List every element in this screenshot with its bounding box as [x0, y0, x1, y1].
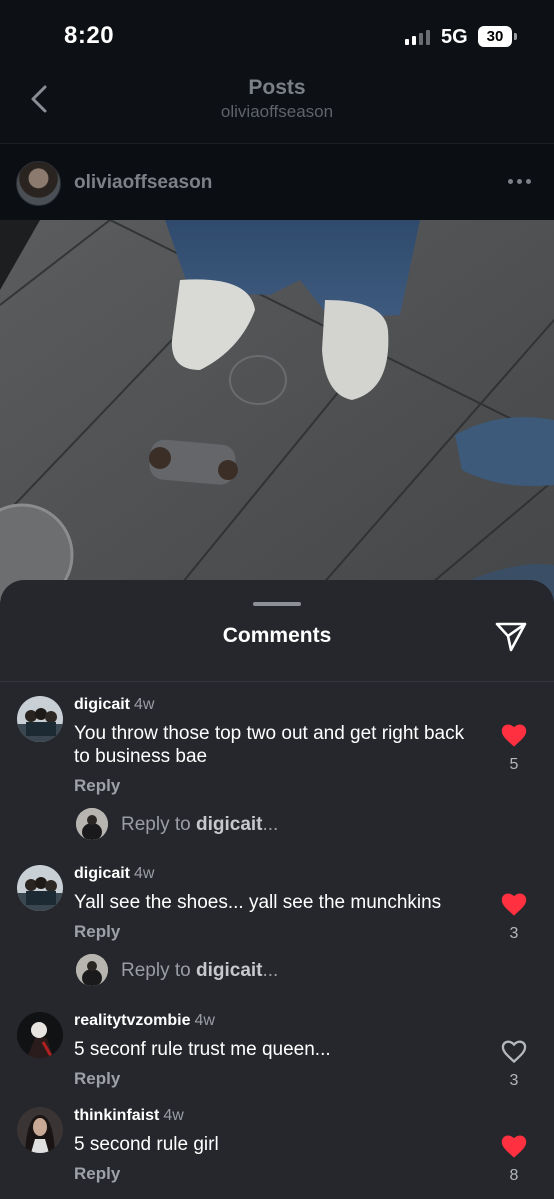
more-horizontal-icon [508, 178, 513, 184]
reply-button[interactable]: Reply [74, 1164, 120, 1184]
like-count: 3 [509, 925, 519, 942]
comment-username[interactable]: digicait [74, 865, 130, 882]
sheet-grabber[interactable] [253, 602, 301, 606]
heart-icon[interactable] [500, 1133, 528, 1159]
page-title: Posts [248, 76, 306, 99]
more-options-button[interactable] [508, 171, 534, 191]
comment-time: 4w [163, 1107, 184, 1124]
comment-meta: digicait 4w [74, 865, 154, 883]
comment-username[interactable]: realitytvzombie [74, 1012, 190, 1029]
comment-time: 4w [134, 696, 155, 713]
comments-sheet: Comments digicait 4w You throw those top … [0, 580, 554, 1199]
share-button[interactable] [493, 618, 529, 654]
commenter-avatar[interactable] [17, 865, 63, 911]
comment-text: 5 second rule girl [74, 1134, 219, 1155]
heart-outline-icon[interactable] [500, 1038, 528, 1064]
reply-to-text: Reply to digicait... [121, 960, 279, 981]
comment-time: 4w [134, 865, 155, 882]
battery-icon: 30 [478, 26, 512, 47]
author-username[interactable]: oliviaoffseason [74, 172, 212, 194]
comment-time: 4w [194, 1012, 215, 1029]
reply-to-text: Reply to digicait... [121, 814, 279, 835]
heart-icon[interactable] [500, 722, 528, 748]
posts-header: Posts oliviaoffseason [0, 70, 554, 144]
reply-button[interactable]: Reply [74, 1069, 120, 1089]
comment-text: You throw those top two out and get righ… [74, 723, 465, 767]
heart-icon[interactable] [500, 891, 528, 917]
reply-button[interactable]: Reply [74, 776, 120, 796]
send-icon [495, 622, 527, 652]
commenter-avatar[interactable] [17, 1107, 63, 1153]
commenter-avatar[interactable] [17, 696, 63, 742]
post-image[interactable] [0, 220, 554, 610]
network-label: 5G [441, 26, 468, 48]
commenter-avatar[interactable] [17, 1012, 63, 1058]
status-bar: 8:20 5G 30 [0, 0, 554, 70]
like-count: 8 [509, 1167, 519, 1184]
comment-text: 5 seconf rule trust me queen... [74, 1039, 331, 1060]
reply-button[interactable]: Reply [74, 922, 120, 942]
divider [0, 681, 554, 682]
battery-tip [514, 33, 517, 40]
author-avatar[interactable] [16, 161, 61, 206]
comments-title: Comments [222, 624, 332, 647]
post-photo-illustration [0, 220, 554, 610]
comment-meta: thinkinfaist 4w [74, 1107, 184, 1125]
comment-meta: digicait 4w [74, 696, 154, 714]
comment-text: Yall see the shoes... yall see the munch… [74, 892, 442, 913]
like-count: 5 [509, 756, 519, 773]
like-count: 3 [509, 1072, 519, 1089]
my-avatar [76, 954, 108, 986]
page-subtitle: oliviaoffseason [220, 102, 334, 121]
post-author-row: oliviaoffseason [0, 145, 554, 220]
comment-meta: realitytvzombie 4w [74, 1012, 215, 1030]
status-time: 8:20 [64, 22, 115, 49]
my-avatar [76, 808, 108, 840]
signal-icon [405, 29, 430, 45]
comment-username[interactable]: digicait [74, 696, 130, 713]
comment-username[interactable]: thinkinfaist [74, 1107, 159, 1124]
